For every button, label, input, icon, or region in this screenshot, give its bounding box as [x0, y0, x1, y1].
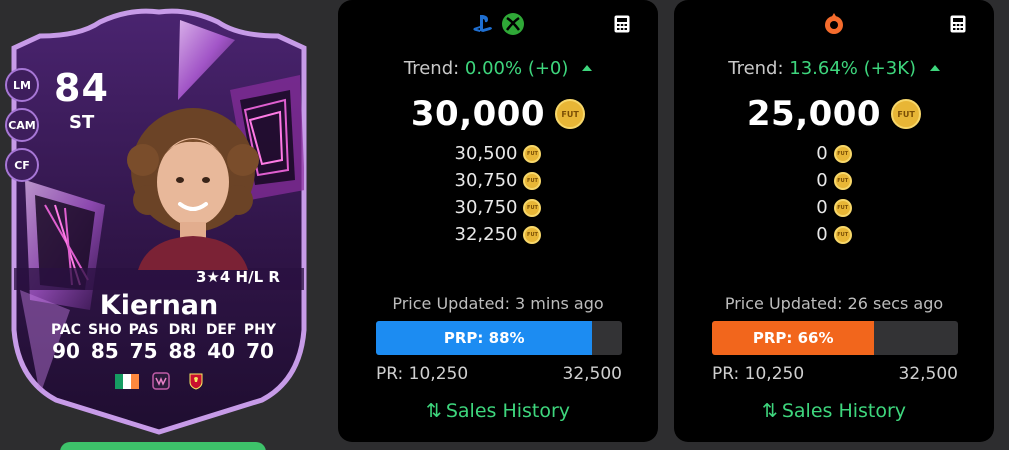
stat-pas: PAS 75	[126, 322, 162, 363]
list-item: 32,250 FUT	[338, 221, 658, 248]
price-value: 25,000	[746, 94, 882, 134]
price-list: 30,500 FUT 30,750 FUT 30,750 FUT 32,250 FUT	[338, 140, 658, 248]
platform-icons	[338, 12, 658, 36]
fut-coin-icon: FUT	[891, 99, 922, 129]
price-list: 0 FUT 0 FUT 0 FUT 0 FUT	[674, 140, 994, 248]
player-photo	[127, 108, 259, 270]
alt-position-badge: LM	[5, 68, 39, 102]
list-item: 30,750 FUT	[338, 194, 658, 221]
stat-label: DRI	[168, 322, 197, 338]
price-value: 0	[816, 143, 828, 164]
price-value: 0	[816, 197, 828, 218]
stat-label: SHO	[87, 322, 122, 338]
stat-value: 40	[207, 339, 236, 363]
trend-value: 13.64% (+3K)	[789, 58, 917, 79]
price-value: 30,500	[454, 143, 518, 164]
sales-history-label: Sales History	[445, 400, 571, 422]
price-updated-text: Price Updated: 3 mins ago	[392, 294, 604, 313]
trend-label: Trend:	[728, 58, 784, 79]
price-range-max: 32,500	[898, 364, 958, 384]
stat-pac: PAC 90	[48, 322, 84, 363]
player-name: Kiernan	[99, 290, 219, 321]
green-action-button[interactable]	[60, 442, 266, 450]
fut-coin-icon: FUT	[523, 225, 542, 244]
list-item: 0 FUT	[674, 140, 994, 167]
trend-text: Trend: 0.00% (+0)	[338, 58, 658, 79]
fut-coin-icon: FUT	[523, 144, 542, 163]
alt-position-badge: CAM	[5, 108, 39, 142]
ireland-flag-icon	[115, 374, 139, 389]
price-range: PR: 10,250 32,500	[376, 364, 622, 384]
list-item: 30,500 FUT	[338, 140, 658, 167]
sort-arrows-icon: ⇅	[761, 400, 778, 422]
trend-up-icon	[929, 64, 940, 71]
stat-label: PAC	[50, 322, 82, 338]
calculator-icon[interactable]	[614, 15, 630, 33]
liverpool-crest-icon	[189, 373, 203, 390]
list-item: 0 FUT	[674, 194, 994, 221]
price-value: 30,750	[454, 197, 518, 218]
stat-def: DEF 40	[203, 322, 239, 363]
trend-value: 0.00% (+0)	[464, 58, 569, 79]
prp-fill: PRP: 66%	[712, 321, 875, 355]
fut-coin-icon: FUT	[833, 171, 852, 190]
prp-progress-bar: PRP: 88%	[376, 321, 622, 355]
xbox-icon	[502, 13, 524, 35]
fut-coin-icon: FUT	[523, 171, 542, 190]
pc-price-panel: Trend: 13.64% (+3K) 25,000 FUT 0 FUT 0 FUT…	[674, 0, 994, 442]
stat-label: PHY	[243, 322, 277, 338]
price-value: 30,000	[410, 94, 546, 134]
sales-history-link[interactable]: ⇅ Sales History	[674, 400, 994, 422]
calculator-icon[interactable]	[950, 15, 966, 33]
stat-label: PAS	[128, 322, 159, 338]
wsl-league-icon	[152, 372, 170, 390]
alt-position-badge: CF	[5, 148, 39, 182]
stat-label: DEF	[205, 322, 237, 338]
player-rating: 84	[54, 66, 109, 110]
price-updated-text: Price Updated: 26 secs ago	[724, 294, 944, 313]
price-range-min: PR: 10,250	[712, 364, 805, 384]
list-item: 30,750 FUT	[338, 167, 658, 194]
price-value: 0	[816, 170, 828, 191]
list-item: 0 FUT	[674, 167, 994, 194]
price-value: 30,750	[454, 170, 518, 191]
prp-fill: PRP: 88%	[376, 321, 593, 355]
fut-coin-icon: FUT	[833, 225, 852, 244]
list-item: 0 FUT	[674, 221, 994, 248]
fut-coin-icon: FUT	[555, 99, 586, 129]
player-position: ST	[69, 112, 95, 133]
lowest-price: 25,000 FUT	[674, 94, 994, 134]
stat-phy: PHY 70	[242, 322, 278, 363]
stat-value: 85	[90, 339, 119, 363]
price-range-max: 32,500	[562, 364, 622, 384]
trend-label: Trend:	[403, 58, 460, 79]
sales-history-label: Sales History	[781, 400, 907, 422]
console-price-panel: Trend: 0.00% (+0) 30,000 FUT 30,500 FUT 3…	[338, 0, 658, 442]
stat-value: 90	[52, 339, 80, 363]
stat-value: 88	[168, 339, 197, 363]
stat-sho: SHO 85	[87, 322, 123, 363]
stat-value: 75	[129, 339, 158, 363]
price-value: 32,250	[454, 224, 518, 245]
sales-history-link[interactable]: ⇅ Sales History	[338, 400, 658, 422]
prp-progress-bar: PRP: 66%	[712, 321, 958, 355]
price-range-min: PR: 10,250	[376, 364, 469, 384]
trend-up-icon	[582, 64, 593, 71]
sort-arrows-icon: ⇅	[425, 400, 442, 422]
stats-row: PAC 90 SHO 85 PAS 75 DRI 88 DEF 40 PHY 7…	[48, 322, 278, 363]
player-card[interactable]: 84 ST LM CAM CF 3★4 H/L R Kiernan PAC 90…	[0, 0, 318, 450]
fut-coin-icon: FUT	[523, 198, 542, 217]
fut-coin-icon: FUT	[833, 144, 852, 163]
fut-coin-icon: FUT	[833, 198, 852, 217]
stat-dri: DRI 88	[164, 322, 200, 363]
price-value: 0	[816, 224, 828, 245]
price-range: PR: 10,250 32,500	[712, 364, 958, 384]
skill-weakfoot-workrate: 3★4 H/L R	[196, 268, 280, 286]
platform-icons	[674, 12, 994, 36]
origin-icon	[825, 13, 843, 34]
stat-value: 70	[246, 339, 274, 363]
playstation-icon	[473, 15, 492, 32]
trend-text: Trend: 13.64% (+3K)	[674, 58, 994, 79]
lowest-price: 30,000 FUT	[338, 94, 658, 134]
